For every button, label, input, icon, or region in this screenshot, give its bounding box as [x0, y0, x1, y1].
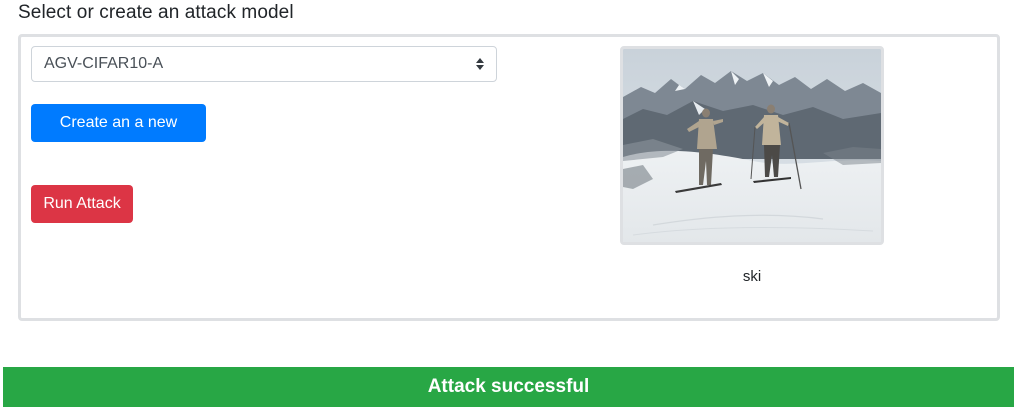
attack-model-select[interactable]: AGV-CIFAR10-A: [31, 46, 497, 82]
create-filter-button[interactable]: Create an a new filter: [31, 104, 206, 169]
status-banner: Attack successful: [3, 367, 1014, 407]
image-caption: ski: [742, 268, 762, 285]
run-attack-button[interactable]: Run Attack: [31, 185, 133, 223]
skiers-photo: [623, 49, 881, 242]
page: Select or create an attack model AGV-CIF…: [0, 0, 1020, 412]
section-title: Select or create an attack model: [18, 2, 294, 23]
attack-model-select-value: AGV-CIFAR10-A: [44, 55, 164, 72]
attack-model-panel: AGV-CIFAR10-A Create an a new filter Run…: [18, 34, 1000, 321]
result-image: [620, 46, 884, 245]
sort-arrows-icon: [476, 58, 484, 70]
